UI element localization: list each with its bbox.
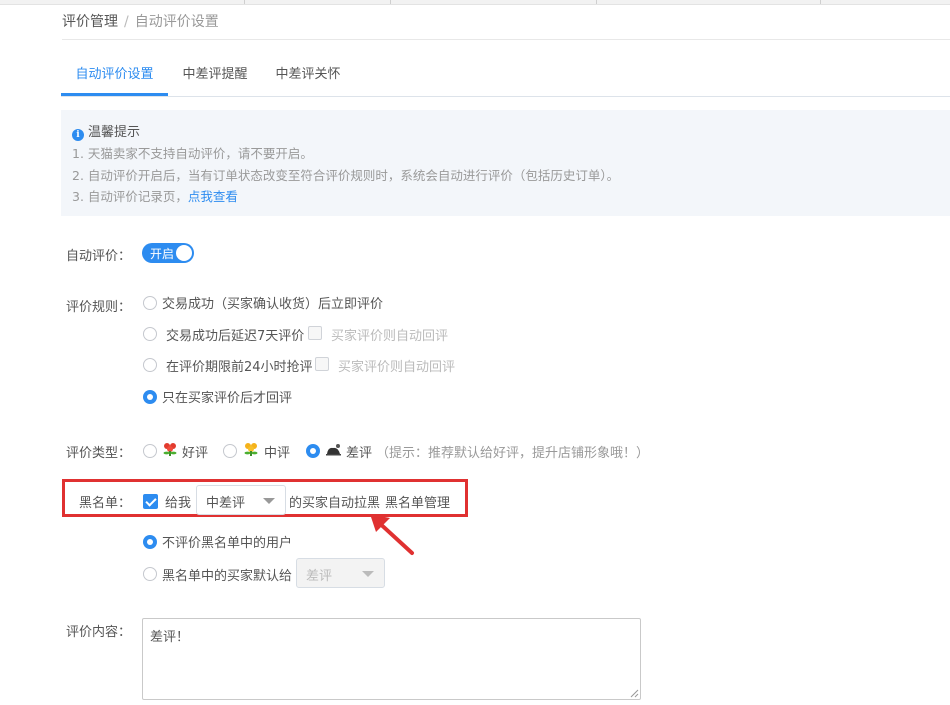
blacklist-radio-skip[interactable] xyxy=(143,535,157,549)
rule-option-snatch[interactable]: 在评价期限前24小时抢评 xyxy=(166,356,313,375)
tab-auto-eval-settings[interactable]: 自动评价设置 xyxy=(61,59,168,96)
type-option-good[interactable]: 好评 xyxy=(182,442,208,461)
blacklist-label: 黑名单： xyxy=(79,496,132,511)
switch-knob xyxy=(176,245,192,261)
good-rating-icon xyxy=(163,443,177,456)
strip-divider xyxy=(596,0,597,4)
eval-content-textarea[interactable]: 差评！ xyxy=(142,618,641,700)
info-icon: i xyxy=(72,129,84,141)
type-radio-good[interactable] xyxy=(143,444,157,458)
rule-radio-immediate[interactable] xyxy=(143,296,157,310)
bad-rating-icon xyxy=(326,444,341,456)
eval-type-label: 评价类型： xyxy=(66,446,132,461)
type-radio-neutral[interactable] xyxy=(223,444,237,458)
blacklist-radio-default[interactable] xyxy=(143,567,157,581)
tab-negative-review-care[interactable]: 中差评关怀 xyxy=(266,59,350,95)
type-option-bad[interactable]: 差评 xyxy=(346,442,372,461)
annotation-arrow-icon xyxy=(370,514,414,555)
tab-bar: 自动评价设置 中差评提醒 中差评关怀 xyxy=(61,59,950,97)
blacklist-option-skip[interactable]: 不评价黑名单中的用户 xyxy=(162,532,292,551)
strip-divider xyxy=(244,0,245,4)
tip-line-2: 2. 自动评价开启后，当有订单状态改变至符合评价规则时，系统会自动进行评价（包括… xyxy=(72,168,620,183)
rule-option-immediate[interactable]: 交易成功（买家确认收货）后立即评价 xyxy=(162,293,383,312)
rule-option-reply-only[interactable]: 只在买家评价后才回评 xyxy=(162,387,292,406)
textarea-value: 差评！ xyxy=(150,630,190,645)
rule-radio-snatch[interactable] xyxy=(143,358,157,372)
view-records-link[interactable]: 点我查看 xyxy=(188,189,238,204)
rules-label: 评价规则： xyxy=(66,300,132,315)
tab-negative-review-reminder[interactable]: 中差评提醒 xyxy=(173,59,257,95)
strip-divider xyxy=(820,0,821,4)
browser-top-strip xyxy=(0,0,950,5)
divider xyxy=(62,39,950,40)
tip-line-3-text: 3. 自动评价记录页， xyxy=(72,189,188,204)
tip-line-1: 1. 天猫卖家不支持自动评价，请不要开启。 xyxy=(72,146,313,161)
delay-auto-reply-label: 买家评价则自动回评 xyxy=(331,329,449,344)
select-value: 中差评 xyxy=(206,496,246,511)
give-me-label: 给我 xyxy=(165,496,192,511)
breadcrumb-root[interactable]: 评价管理 xyxy=(62,14,118,30)
tip-title-text: 温馨提示 xyxy=(88,125,141,140)
chevron-down-icon xyxy=(362,571,374,577)
breadcrumb: 评价管理 / 自动评价设置 xyxy=(62,11,219,31)
eval-type-hint: （提示：推荐默认给好评，提升店铺形象哦！） xyxy=(376,446,650,461)
snatch-auto-reply-checkbox[interactable] xyxy=(315,357,329,371)
neutral-rating-icon xyxy=(244,443,258,456)
content-label: 评价内容： xyxy=(66,625,132,640)
tip-title: i 温馨提示 xyxy=(72,121,140,141)
select-value: 差评 xyxy=(306,569,333,584)
tip-panel: i 温馨提示 1. 天猫卖家不支持自动评价，请不要开启。 2. 自动评价开启后，当… xyxy=(61,110,950,216)
rule-radio-delay[interactable] xyxy=(143,327,157,341)
blacklist-checkbox[interactable] xyxy=(143,494,158,509)
rule-option-delay[interactable]: 交易成功后延迟7天评价 xyxy=(166,325,304,344)
auto-eval-label: 自动评价： xyxy=(66,249,132,264)
snatch-auto-reply-label: 买家评价则自动回评 xyxy=(338,360,456,375)
chevron-down-icon xyxy=(263,498,275,504)
blacklist-default-select: 差评 xyxy=(296,558,385,588)
breadcrumb-separator: / xyxy=(124,14,129,30)
strip-divider xyxy=(390,0,391,4)
type-radio-bad[interactable] xyxy=(306,444,320,458)
switch-text: 开启 xyxy=(150,247,175,261)
resize-handle-icon[interactable] xyxy=(630,689,639,698)
blacklist-rating-select[interactable]: 中差评 xyxy=(196,485,286,515)
breadcrumb-current: 自动评价设置 xyxy=(134,14,219,30)
tip-line-3: 3. 自动评价记录页，点我查看 xyxy=(72,186,238,205)
type-option-neutral[interactable]: 中评 xyxy=(264,442,290,461)
blacklist-option-default[interactable]: 黑名单中的买家默认给 xyxy=(162,565,292,584)
rule-radio-reply-only[interactable] xyxy=(143,390,157,404)
auto-eval-switch[interactable]: 开启 xyxy=(142,243,194,263)
delay-auto-reply-checkbox[interactable] xyxy=(308,326,322,340)
